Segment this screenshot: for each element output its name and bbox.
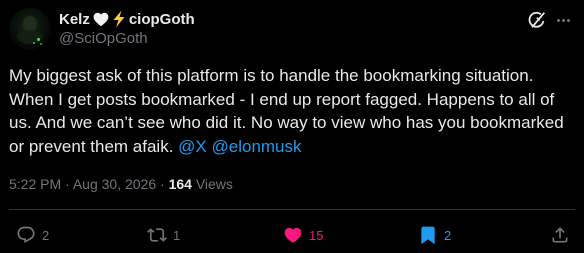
mention-link-x[interactable]: @X <box>178 137 207 156</box>
bookmark-button[interactable]: 2 <box>418 222 451 248</box>
white-heart-icon <box>93 12 109 27</box>
share-icon <box>552 227 568 243</box>
mention-link-elonmusk[interactable]: @elonmusk <box>212 137 302 156</box>
reply-button[interactable]: 2 <box>16 222 49 248</box>
heart-icon <box>284 227 302 243</box>
post-text: My biggest ask of this platform is to ha… <box>9 64 579 158</box>
share-button[interactable] <box>550 222 570 248</box>
display-name[interactable]: Kelz ciopGoth <box>59 9 195 29</box>
repost-button[interactable]: 1 <box>147 222 180 248</box>
user-handle[interactable]: @SciOpGoth <box>59 30 148 47</box>
repost-count: 1 <box>173 227 181 243</box>
meta-separator: · <box>65 176 70 192</box>
reply-icon <box>17 226 35 244</box>
display-name-suffix: ciopGoth <box>128 10 195 28</box>
post-card: Kelz ciopGoth @SciOpGoth My biggest ask … <box>0 0 584 253</box>
display-name-prefix: Kelz <box>59 10 90 28</box>
bookmark-count: 2 <box>444 227 452 243</box>
divider <box>9 209 575 210</box>
like-count: 15 <box>309 227 324 243</box>
repost-icon <box>147 228 167 242</box>
views-count: 164 <box>168 176 192 192</box>
views-label: Views <box>195 176 233 192</box>
post-time[interactable]: 5:22 PM <box>9 176 61 192</box>
post-meta: 5:22 PM · Aug 30, 2026 · 164 Views <box>9 176 233 192</box>
action-bar: 2 1 15 2 <box>0 222 584 248</box>
like-button[interactable]: 15 <box>283 222 323 248</box>
post-date[interactable]: Aug 30, 2026 <box>73 176 156 192</box>
more-icon[interactable] <box>552 9 574 31</box>
grok-icon[interactable] <box>527 10 547 30</box>
lightning-bolt-icon <box>112 10 126 28</box>
avatar[interactable] <box>9 8 51 50</box>
reply-count: 2 <box>42 227 50 243</box>
meta-separator: · <box>160 176 165 192</box>
bookmark-icon <box>421 226 435 245</box>
